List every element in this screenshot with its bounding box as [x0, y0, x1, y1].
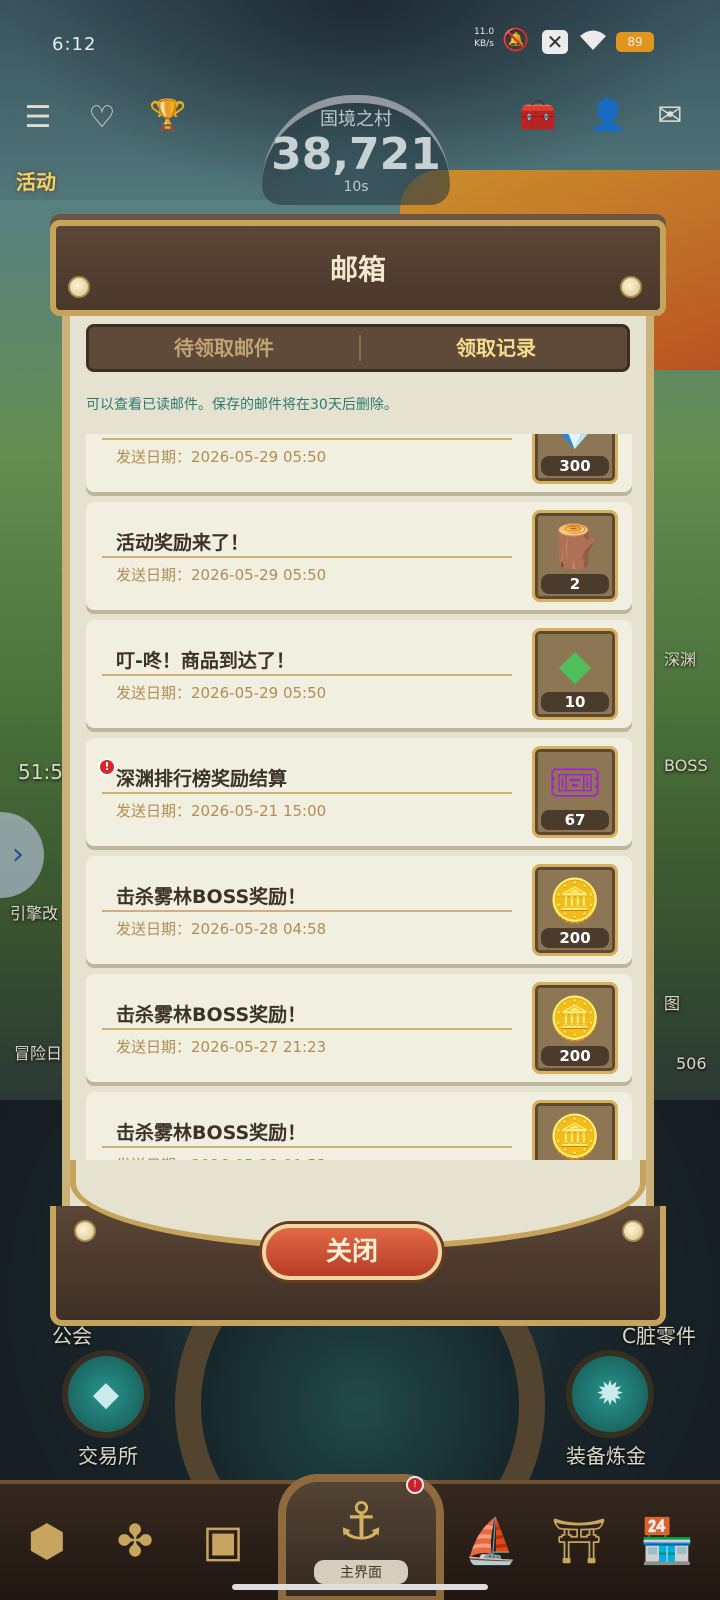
- mail-divider: [102, 438, 512, 440]
- mailbox-title: 邮箱: [329, 253, 386, 286]
- mail-title: 击杀雾林BOSS奖励！: [116, 1004, 307, 1026]
- mail-title: 击杀雾林BOSS奖励！: [116, 1122, 307, 1144]
- mail-reward[interactable]: 💎 300: [532, 434, 618, 484]
- mail-item[interactable]: 活动奖励来了！ 发送日期：2026-05-29 05:50 🪵 2: [86, 502, 632, 610]
- mail-date: 发送日期：2026-05-29 05:50: [116, 566, 327, 584]
- bolt-icon: [622, 1220, 644, 1242]
- gold-coin-icon: 🪙: [548, 994, 602, 1043]
- mail-divider: [102, 674, 512, 676]
- close-button[interactable]: 关闭: [262, 1224, 442, 1280]
- tab-pending-mail[interactable]: 待领取邮件: [89, 327, 359, 369]
- mail-item[interactable]: ! 深渊排行榜奖励结算 发送日期：2026-05-21 15:00 🎟 67: [86, 738, 632, 846]
- mailbox-dialog: 待领取邮件 领取记录 可以查看已读邮件。保存的邮件将在30天后删除。 发送日期：…: [46, 216, 670, 1332]
- green-crystal-icon: ◆: [558, 640, 592, 689]
- reward-count: 200: [541, 1046, 609, 1066]
- reward-count: 10: [541, 692, 609, 712]
- reward-count: 2: [541, 574, 609, 594]
- gold-coin-icon: 🪙: [548, 1112, 602, 1161]
- mail-divider: [102, 1028, 512, 1030]
- mail-list[interactable]: 发送日期：2026-05-29 05:50 💎 300 活动奖励来了！ 发送日期…: [86, 434, 632, 1206]
- mail-date: 发送日期：2026-05-29 05:50: [116, 684, 327, 702]
- mail-divider: [102, 910, 512, 912]
- mail-item[interactable]: 击杀雾林BOSS奖励！ 发送日期：2026-05-27 21:23 🪙 200: [86, 974, 632, 1082]
- mail-date: 发送日期：2026-05-27 21:23: [116, 1038, 327, 1056]
- mail-title: 深渊排行榜奖励结算: [116, 768, 288, 790]
- mail-divider: [102, 556, 512, 558]
- mail-date: 发送日期：2026-05-28 04:58: [116, 920, 327, 938]
- wood-log-icon: 🪵: [548, 522, 602, 571]
- reward-count: 67: [541, 810, 609, 830]
- mail-divider: [102, 792, 512, 794]
- mail-title: 活动奖励来了！: [116, 532, 250, 554]
- mail-date: 发送日期：2026-05-21 15:00: [116, 802, 327, 820]
- reward-count: 200: [541, 928, 609, 948]
- mailbox-notice: 可以查看已读邮件。保存的邮件将在30天后删除。: [86, 397, 398, 413]
- mail-title: 叮-咚！商品到达了！: [116, 650, 295, 672]
- reward-count: 300: [541, 456, 609, 476]
- mailbox-header: 邮箱: [50, 220, 666, 316]
- mail-reward[interactable]: 🪵 2: [532, 510, 618, 602]
- purple-ticket-icon: 🎟: [548, 758, 602, 807]
- tab-claim-history[interactable]: 领取记录: [361, 327, 631, 369]
- mail-item[interactable]: 叮-咚！商品到达了！ 发送日期：2026-05-29 05:50 ◆ 10: [86, 620, 632, 728]
- mail-reward[interactable]: 🪙 200: [532, 864, 618, 956]
- mail-item[interactable]: 击杀雾林BOSS奖励！ 发送日期：2026-05-28 04:58 🪙 200: [86, 856, 632, 964]
- mailbox-tabs: 待领取邮件 领取记录: [86, 324, 630, 372]
- mail-title: 击杀雾林BOSS奖励！: [116, 886, 307, 908]
- mail-item[interactable]: 发送日期：2026-05-29 05:50 💎 300: [86, 434, 632, 492]
- mail-date: 发送日期：2026-05-29 05:50: [116, 448, 327, 466]
- mail-reward[interactable]: 🪙 200: [532, 982, 618, 1074]
- unread-badge: !: [98, 758, 116, 776]
- bolt-icon: [74, 1220, 96, 1242]
- gold-coin-icon: 🪙: [548, 876, 602, 925]
- mailbox-body: 待领取邮件 领取记录 可以查看已读邮件。保存的邮件将在30天后删除。 发送日期：…: [62, 310, 654, 1270]
- mail-reward[interactable]: ◆ 10: [532, 628, 618, 720]
- diamond-icon: 💎: [535, 434, 615, 457]
- mail-divider: [102, 1146, 512, 1148]
- mail-reward[interactable]: 🎟 67: [532, 746, 618, 838]
